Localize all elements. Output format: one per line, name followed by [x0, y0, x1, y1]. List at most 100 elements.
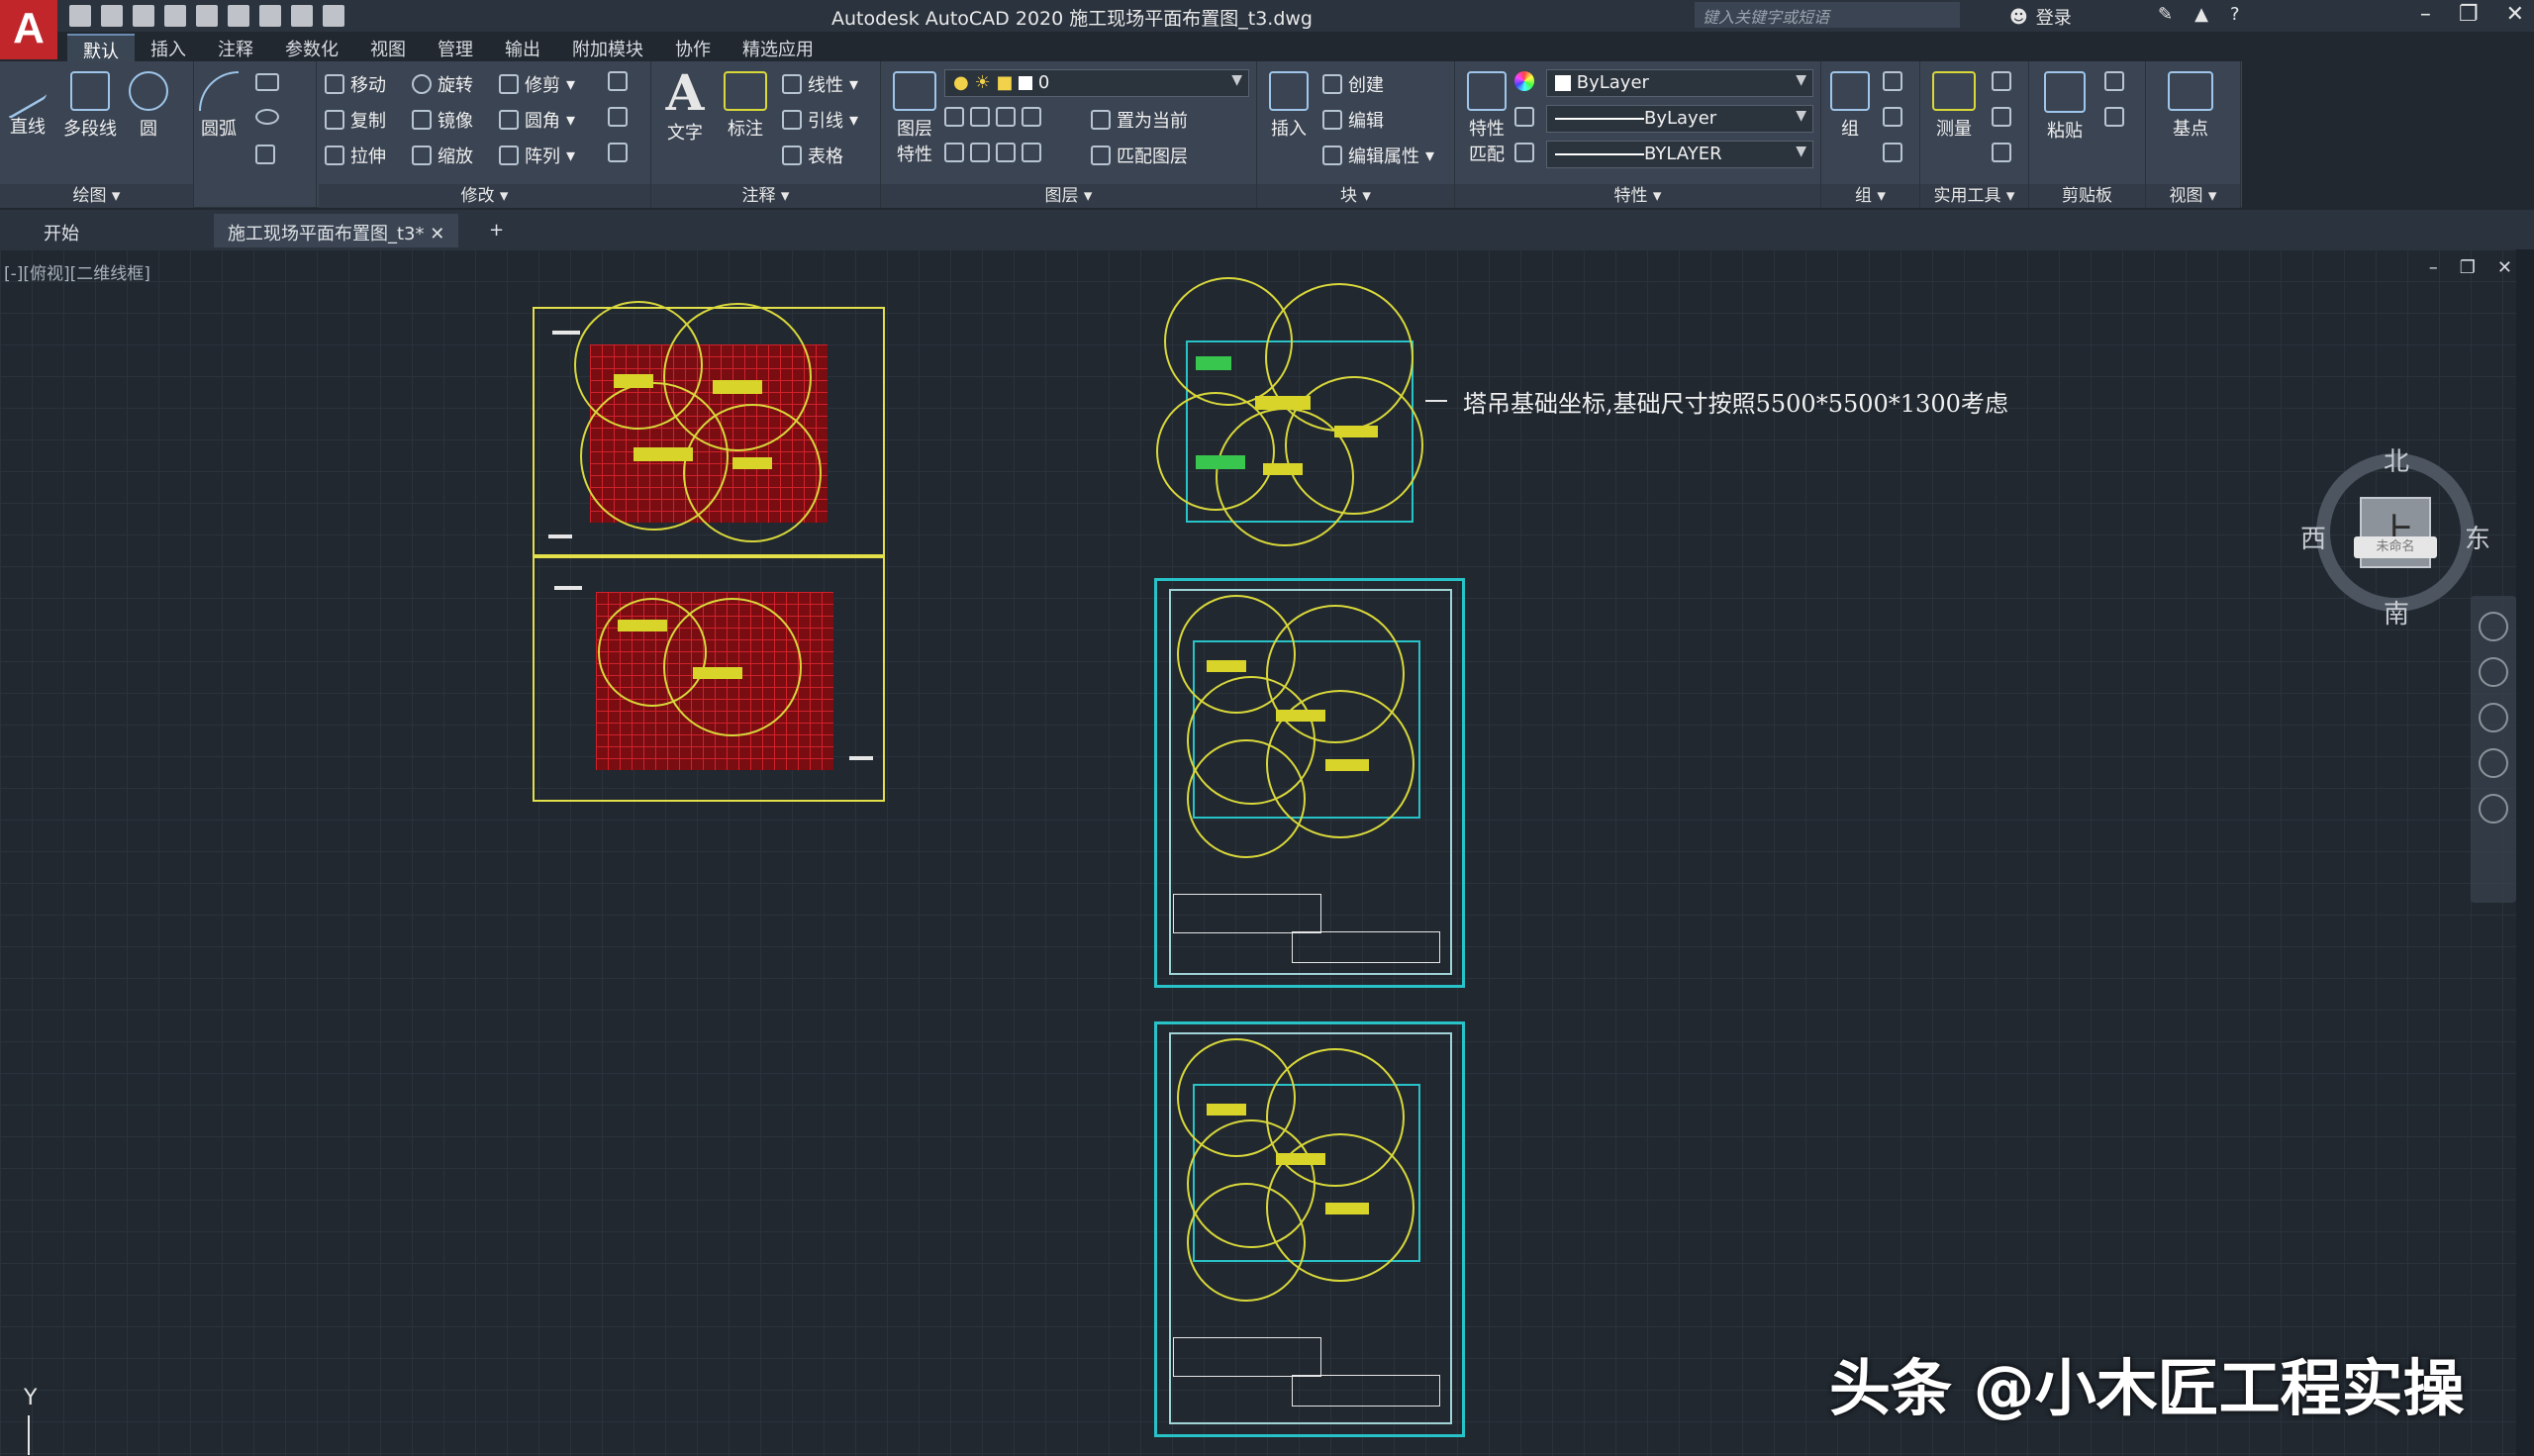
help-icon[interactable]: ?	[2230, 4, 2240, 25]
calculator-icon[interactable]	[1992, 143, 2011, 162]
close-icon[interactable]: ✕	[2506, 2, 2524, 27]
fillet-button[interactable]: 圆角 ▾	[499, 107, 575, 133]
wcs-menu[interactable]: 未命名	[2354, 536, 2437, 558]
pan-icon[interactable]	[2479, 657, 2508, 687]
orbit-icon[interactable]	[2479, 748, 2508, 778]
compass-north[interactable]: 北	[2384, 441, 2409, 478]
line-button[interactable]: 直线	[6, 60, 49, 139]
group-edit-icon[interactable]	[1883, 107, 1902, 127]
viewport-controls-label[interactable]: [-][俯视][二维线框]	[4, 259, 150, 284]
table-button[interactable]: 表格	[782, 143, 843, 168]
save-icon[interactable]	[133, 5, 154, 27]
ribbon-tab-3[interactable]: 参数化	[269, 34, 354, 61]
trim-button[interactable]: 修剪 ▾	[499, 71, 575, 97]
layer-properties-button[interactable]: 图层 特性	[887, 71, 942, 166]
redo-icon[interactable]	[323, 5, 344, 27]
drawing-sheet-1[interactable]	[533, 301, 885, 556]
dimension-button[interactable]: 标注	[721, 71, 770, 141]
array-button[interactable]: 阵列 ▾	[499, 143, 575, 168]
point-style-icon[interactable]	[1992, 107, 2011, 127]
quick-select-icon[interactable]	[1992, 71, 2011, 91]
arc-button[interactable]: 圆弧	[194, 71, 244, 141]
ribbon-tab-0[interactable]: 默认	[67, 34, 135, 62]
linear-button[interactable]: 线性 ▾	[782, 71, 858, 97]
hatch-icon[interactable]	[255, 145, 275, 164]
lineweight-dropdown[interactable]: BYLAYER ▼	[1546, 141, 1813, 168]
drawing-canvas[interactable]: [-][俯视][二维线框] – ❐ ✕ 塔吊基础坐标,基础尺寸按照5500*55…	[0, 249, 2534, 1456]
publish-icon[interactable]	[228, 5, 249, 27]
group-button[interactable]: 组	[1825, 71, 1875, 141]
steering-wheel-icon[interactable]	[2479, 612, 2508, 641]
panel-layers-title[interactable]: 图层 ▾	[881, 184, 1256, 208]
measure-button[interactable]: 测量	[1924, 71, 1984, 141]
vp-minimize-icon[interactable]: –	[2429, 257, 2438, 278]
color-dropdown[interactable]: ByLayer ▼	[1546, 69, 1813, 97]
tab-drawing-file[interactable]: 施工现场平面布置图_t3* ✕	[214, 214, 459, 247]
layer-dropdown[interactable]: ● ☀ ■ 0 ▼	[944, 69, 1249, 97]
rotate-button[interactable]: 旋转	[412, 71, 473, 97]
create-block-button[interactable]: 创建	[1322, 71, 1384, 97]
scrollbar-edge[interactable]	[2516, 249, 2534, 1456]
open-folder-icon[interactable]	[101, 5, 123, 27]
stretch-button[interactable]: 拉伸	[325, 143, 386, 168]
ribbon-tab-4[interactable]: 视图	[354, 34, 422, 61]
panel-modify-title[interactable]: 修改 ▾	[319, 184, 650, 208]
group-select-icon[interactable]	[1883, 143, 1902, 162]
site-plan-sheet-1[interactable]	[1154, 578, 1465, 988]
ribbon-tab-8[interactable]: 协作	[659, 34, 727, 61]
copy-clip-icon[interactable]	[2104, 107, 2124, 127]
compass-south[interactable]: 南	[2384, 594, 2409, 631]
color-wheel-icon[interactable]	[1514, 71, 1534, 91]
ribbon-tab-9[interactable]: 精选应用	[727, 34, 829, 61]
explode-icon[interactable]	[608, 107, 628, 127]
polyline-button[interactable]: 多段线	[59, 71, 121, 141]
panel-utilities-title[interactable]: 实用工具 ▾	[1920, 184, 2028, 208]
tab-start[interactable]: 开始	[30, 214, 93, 247]
move-button[interactable]: 移动	[325, 71, 386, 97]
base-point-button[interactable]: 基点	[2156, 71, 2225, 141]
print-icon[interactable]	[259, 5, 281, 27]
layer-tools-row-1[interactable]	[944, 107, 1041, 127]
site-plan-sheet-2[interactable]	[1154, 1021, 1465, 1437]
ellipse-icon[interactable]	[255, 109, 279, 125]
ungroup-icon[interactable]	[1883, 71, 1902, 91]
cut-icon[interactable]	[2104, 71, 2124, 91]
linetype-icon[interactable]	[1514, 107, 1534, 127]
a360-icon[interactable]: ▲	[2194, 4, 2208, 25]
login-button[interactable]: ☻ 登录	[2009, 4, 2072, 30]
ribbon-tab-1[interactable]: 插入	[135, 34, 202, 61]
minimize-icon[interactable]: –	[2420, 2, 2431, 27]
erase-icon[interactable]	[608, 71, 628, 91]
crane-layout-plan[interactable]	[1156, 277, 1443, 564]
showmotion-icon[interactable]	[2479, 794, 2508, 824]
ribbon-tab-6[interactable]: 输出	[489, 34, 556, 61]
set-current-button[interactable]: 置为当前	[1091, 107, 1188, 133]
viewcube[interactable]: 上 北 南 东 西	[2300, 441, 2490, 630]
leader-button[interactable]: 引线 ▾	[782, 107, 858, 133]
circle-button[interactable]: 圆	[127, 71, 170, 141]
plot-icon[interactable]	[196, 5, 218, 27]
linetype-dropdown[interactable]: ByLayer ▼	[1546, 105, 1813, 133]
ribbon-tab-7[interactable]: 附加模块	[556, 34, 659, 61]
new-tab-button[interactable]: +	[475, 214, 518, 247]
panel-annotation-title[interactable]: 注释 ▾	[651, 184, 880, 208]
vp-close-icon[interactable]: ✕	[2497, 257, 2512, 278]
panel-block-title[interactable]: 块 ▾	[1257, 184, 1454, 208]
ribbon-tab-2[interactable]: 注释	[202, 34, 269, 61]
text-button[interactable]: A 文字	[661, 67, 709, 145]
edit-block-button[interactable]: 编辑	[1322, 107, 1384, 133]
panel-view-title[interactable]: 视图 ▾	[2146, 184, 2240, 208]
ribbon-tab-5[interactable]: 管理	[422, 34, 489, 61]
rectangle-icon[interactable]	[255, 73, 279, 91]
panel-draw-title[interactable]: 绘图 ▾	[0, 184, 193, 208]
zoom-extents-icon[interactable]	[2479, 703, 2508, 732]
close-tab-icon[interactable]: ✕	[430, 224, 444, 244]
match-layer-button[interactable]: 匹配图层	[1091, 143, 1188, 168]
layer-tools-row-2[interactable]	[944, 143, 1041, 162]
offset-icon[interactable]	[608, 143, 628, 162]
panel-properties-title[interactable]: 特性 ▾	[1455, 184, 1820, 208]
autocad-logo[interactable]: A	[0, 0, 57, 59]
panel-groups-title[interactable]: 组 ▾	[1821, 184, 1919, 208]
match-properties-button[interactable]: 特性 匹配	[1461, 71, 1512, 166]
compass-west[interactable]: 西	[2300, 519, 2326, 555]
